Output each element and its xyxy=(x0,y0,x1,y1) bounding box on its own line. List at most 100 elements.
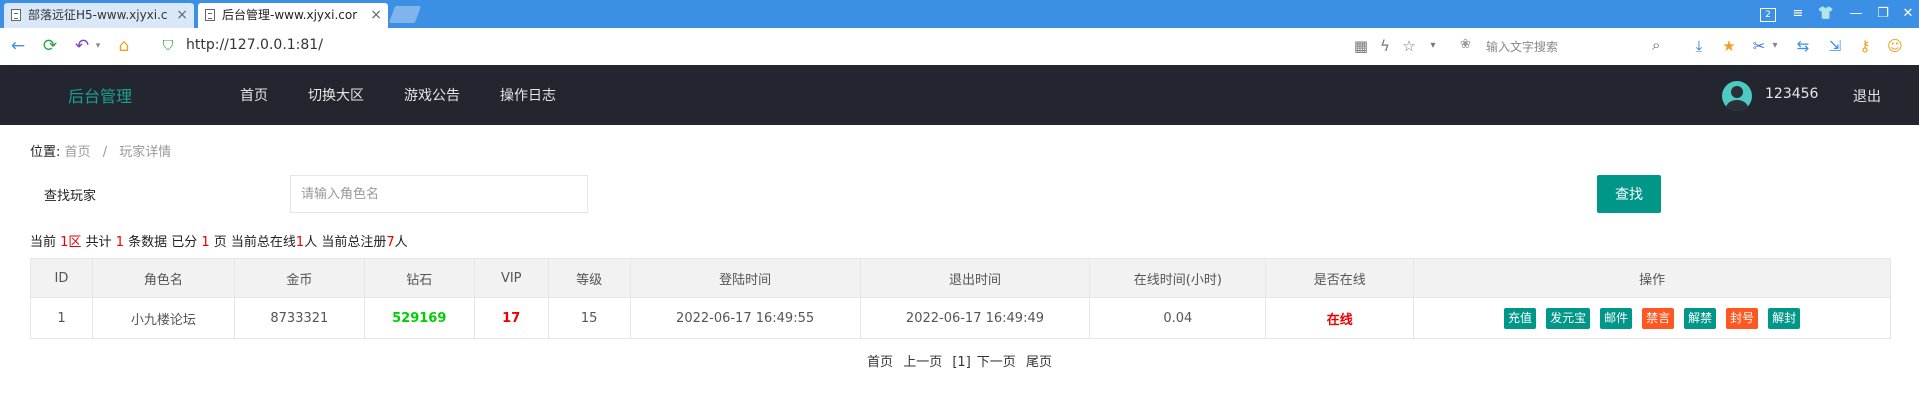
cell-vip: 17 xyxy=(473,297,549,339)
breadcrumb: 位置: 首页 / 玩家详情 xyxy=(30,141,171,160)
cell-level: 15 xyxy=(547,297,631,339)
sync-icon[interactable]: ⇲ xyxy=(1826,37,1844,55)
search-icon[interactable]: ⌕ xyxy=(1652,36,1660,54)
stats-text: 当前 xyxy=(30,235,61,250)
column-header: 操作 xyxy=(1413,258,1891,298)
close-tab-icon[interactable]: × xyxy=(370,3,382,28)
logout-link[interactable]: 退出 xyxy=(1853,86,1881,106)
find-button[interactable]: 查找 xyxy=(1597,175,1661,213)
qr-code-icon[interactable]: ▦ xyxy=(1352,37,1370,55)
username[interactable]: 123456 xyxy=(1765,86,1818,102)
skin-icon[interactable]: 👕 xyxy=(1815,4,1837,24)
stats-page-count: 1 xyxy=(201,235,210,250)
ban-button[interactable]: 封号 xyxy=(1726,307,1759,329)
cell-role-name: 小九楼论坛 xyxy=(91,297,235,339)
column-header: 登陆时间 xyxy=(629,258,861,298)
player-table: ID 角色名 金币 钻石 VIP 等级 登陆时间 退出时间 在线时间(小时) 是… xyxy=(30,258,1891,339)
send-yuanbao-button[interactable]: 发元宝 xyxy=(1546,307,1591,329)
table-header-row: ID 角色名 金币 钻石 VIP 等级 登陆时间 退出时间 在线时间(小时) 是… xyxy=(30,258,1891,298)
key-icon[interactable]: ⚷ xyxy=(1856,37,1874,55)
url-field[interactable]: http://127.0.0.1:81/ xyxy=(186,37,323,53)
pager-prev[interactable]: 上一页 xyxy=(903,355,942,370)
download-icon[interactable]: ⤓ xyxy=(1690,37,1708,55)
find-player-label: 查找玩家 xyxy=(44,189,97,204)
column-header: 金币 xyxy=(233,258,365,298)
breadcrumb-home[interactable]: 首页 xyxy=(65,145,91,160)
column-header: 等级 xyxy=(547,258,631,298)
mute-button[interactable]: 禁言 xyxy=(1642,307,1675,329)
stats-text: 人 当前总注册 xyxy=(304,235,387,250)
paw-icon: ❀ xyxy=(1460,37,1471,52)
nav-item-switch-region[interactable]: 切换大区 xyxy=(308,85,364,105)
cell-diamond: 529169 xyxy=(363,297,475,339)
recharge-button[interactable]: 充值 xyxy=(1504,307,1537,329)
cell-online-hours: 0.04 xyxy=(1089,297,1267,339)
avatar[interactable] xyxy=(1722,81,1752,111)
browser-tab-title: 部落远征H5-www.xjyxi.c xyxy=(28,8,168,22)
column-header: 钻石 xyxy=(363,258,475,298)
restore-icon[interactable]: ❐ xyxy=(1872,4,1894,24)
minimize-icon[interactable]: — xyxy=(1845,4,1867,24)
nav-item-announcements[interactable]: 游戏公告 xyxy=(404,85,460,105)
cell-gold: 8733321 xyxy=(233,297,365,339)
cell-id: 1 xyxy=(30,297,93,339)
stats-online-count: 1 xyxy=(295,235,305,250)
pager-next[interactable]: 下一页 xyxy=(977,355,1016,370)
column-header: ID xyxy=(30,258,93,298)
back-icon[interactable]: ← xyxy=(8,36,28,56)
refresh-icon[interactable]: ⟳ xyxy=(40,36,60,56)
nav-item-home[interactable]: 首页 xyxy=(240,85,268,105)
lightning-icon[interactable]: ϟ xyxy=(1376,37,1394,55)
menu-icon[interactable]: ≡ xyxy=(1787,4,1809,24)
stats-line: 当前 1区 共计 1 条数据 已分 1 页 当前总在线1人 当前总注册7人 xyxy=(30,231,408,250)
stats-region: 1区 xyxy=(60,235,82,250)
chevron-down-icon[interactable]: ▾ xyxy=(88,36,108,56)
home-icon[interactable]: ⌂ xyxy=(114,36,134,56)
unban-button[interactable]: 解封 xyxy=(1768,307,1801,329)
favorite-star-icon[interactable]: ☆ xyxy=(1400,37,1418,55)
browser-tab-strip: 部落远征H5-www.xjyxi.c × 后台管理-www.xjyxi.cor … xyxy=(0,0,1919,28)
column-header: 退出时间 xyxy=(859,258,1091,298)
smiley-icon[interactable]: ☺ xyxy=(1886,37,1904,55)
stats-text: 共计 xyxy=(81,235,116,250)
chevron-down-icon[interactable]: ▾ xyxy=(1766,37,1784,55)
translate-icon[interactable]: ⇆ xyxy=(1794,37,1812,55)
pager-first[interactable]: 首页 xyxy=(867,355,893,370)
pager-current[interactable]: [1] xyxy=(952,355,970,370)
stats-text: 人 xyxy=(394,235,408,250)
browser-tab-active[interactable]: 后台管理-www.xjyxi.cor × xyxy=(198,3,388,28)
chevron-down-icon[interactable]: ▾ xyxy=(1424,37,1442,55)
cell-logout-time: 2022-06-17 16:49:49 xyxy=(859,297,1091,339)
browser-tab-title: 后台管理-www.xjyxi.cor xyxy=(222,8,358,22)
pagination: 首页 上一页 [1] 下一页 尾页 xyxy=(0,351,1919,370)
page-icon xyxy=(205,9,215,21)
breadcrumb-prefix: 位置: xyxy=(30,145,61,160)
mail-button[interactable]: 邮件 xyxy=(1600,307,1633,329)
tab-count-badge: 2 xyxy=(1760,8,1776,22)
role-name-input[interactable] xyxy=(290,175,588,213)
nav-item-operation-log[interactable]: 操作日志 xyxy=(500,85,556,105)
new-tab-button[interactable] xyxy=(388,6,422,23)
cell-online-status: 在线 xyxy=(1265,297,1415,339)
brand-logo[interactable]: 后台管理 xyxy=(68,83,132,107)
column-header: 是否在线 xyxy=(1265,258,1415,298)
browser-tab[interactable]: 部落远征H5-www.xjyxi.c × xyxy=(4,3,194,28)
stats-record-count: 1 xyxy=(115,235,124,250)
browser-search-box[interactable]: ❀ 输入文字搜索 ⌕ xyxy=(1452,36,1672,57)
stats-text: 条数据 已分 xyxy=(123,235,202,250)
close-tab-icon[interactable]: × xyxy=(176,3,188,28)
search-placeholder: 输入文字搜索 xyxy=(1486,40,1559,54)
stats-registered-count: 7 xyxy=(386,235,395,250)
close-window-icon[interactable]: ✕ xyxy=(1897,4,1919,24)
security-shield-icon[interactable]: ⛉ xyxy=(158,36,178,56)
tab-count-icon[interactable]: 2 xyxy=(1757,4,1779,24)
stats-text: 页 当前总在线 xyxy=(209,235,296,250)
admin-header: 后台管理 首页 切换大区 游戏公告 操作日志 123456 退出 xyxy=(0,65,1919,125)
bookmark-star-icon[interactable]: ★ xyxy=(1720,37,1738,55)
table-row: 1 小九楼论坛 8733321 529169 17 15 2022-06-17 … xyxy=(30,297,1891,339)
breadcrumb-current: 玩家详情 xyxy=(119,145,172,160)
cell-login-time: 2022-06-17 16:49:55 xyxy=(629,297,861,339)
pager-last[interactable]: 尾页 xyxy=(1026,355,1052,370)
unmute-button[interactable]: 解禁 xyxy=(1684,307,1717,329)
column-header: 角色名 xyxy=(91,258,235,298)
